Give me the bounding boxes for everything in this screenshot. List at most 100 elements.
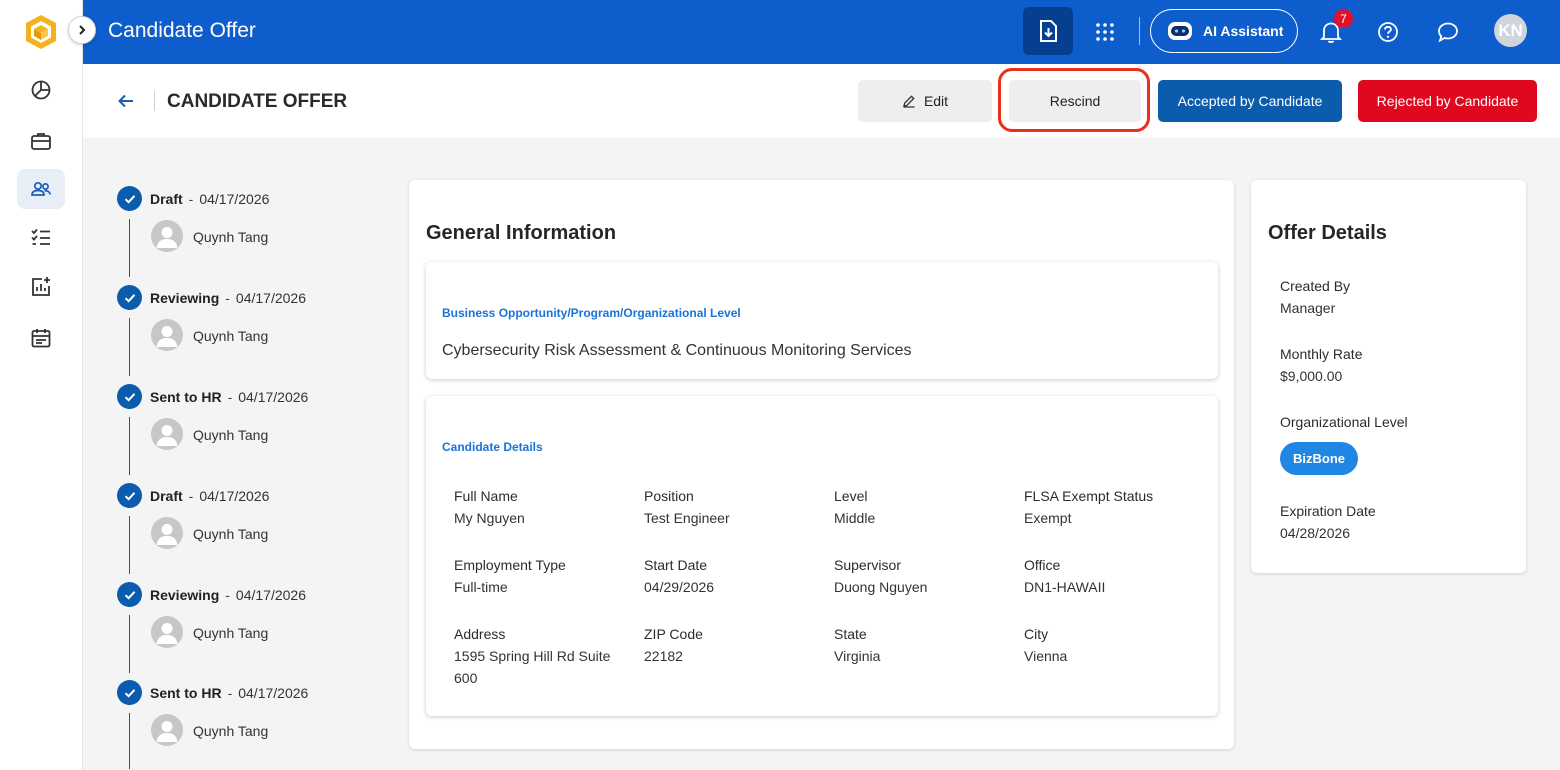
people-icon[interactable]: [17, 169, 65, 209]
check-circle-icon: [117, 384, 142, 409]
notification-count-badge: 7: [1334, 9, 1353, 28]
rescind-button[interactable]: Rescind: [1009, 80, 1141, 122]
edit-button[interactable]: Edit: [858, 80, 992, 122]
opportunity-label: Business Opportunity/Program/Organizatio…: [442, 306, 741, 320]
org-level-chip: BizBone: [1280, 442, 1358, 475]
calendar-icon[interactable]: [17, 318, 65, 358]
offer-org-level: Organizational Level: [1280, 414, 1408, 430]
candidate-details-section: Candidate Details Full Name My Nguyen Pos…: [426, 396, 1218, 716]
download-button[interactable]: [1023, 7, 1073, 55]
timeline-person: Quynh Tang: [193, 328, 269, 344]
rejected-by-candidate-button[interactable]: Rejected by Candidate: [1358, 80, 1537, 122]
general-information-title: General Information: [426, 222, 617, 244]
field-position: Position Test Engineer: [644, 488, 730, 526]
check-circle-icon: [117, 680, 142, 705]
apps-grid-icon[interactable]: [1089, 16, 1121, 48]
edit-label: Edit: [923, 93, 949, 109]
person-avatar-icon: [151, 616, 183, 648]
timeline-connector: [129, 516, 130, 574]
field-start-date: Start Date 04/29/2026: [644, 557, 715, 595]
offer-monthly-rate: Monthly Rate $9,000.00: [1280, 346, 1363, 384]
field-supervisor: Supervisor Duong Nguyen: [834, 557, 928, 595]
expand-sidebar-button[interactable]: [68, 16, 96, 44]
report-add-icon[interactable]: [17, 267, 65, 307]
timeline-status: Draft: [150, 488, 183, 504]
timeline-status: Reviewing: [150, 587, 220, 603]
rescind-label: Rescind: [1049, 93, 1101, 109]
checklist-icon[interactable]: [17, 217, 65, 257]
accepted-by-candidate-button[interactable]: Accepted by Candidate: [1158, 80, 1342, 122]
field-zip-code: ZIP Code 22182: [644, 626, 703, 664]
check-circle-icon: [117, 186, 142, 211]
offer-created-by: Created By Manager: [1280, 278, 1351, 316]
timeline-status: Sent to HR: [150, 389, 222, 405]
chevron-right-icon: [79, 25, 86, 35]
chat-bubble-icon: [1438, 22, 1458, 43]
field-address: Address 1595 Spring Hill Rd Suite 600: [454, 626, 611, 686]
timeline-connector: [129, 615, 130, 673]
back-button[interactable]: [115, 90, 137, 112]
timeline-date: 04/17/2026: [199, 191, 270, 207]
chat-button[interactable]: [1433, 17, 1463, 47]
check-circle-icon: [117, 483, 142, 508]
field-flsa-exempt-status: FLSA Exempt Status Exempt: [1024, 488, 1154, 526]
app-title: Candidate Offer: [108, 19, 256, 42]
timeline-connector: [129, 713, 130, 769]
offer-expiration-date: Expiration Date 04/28/2026: [1280, 503, 1376, 541]
page-header: CANDIDATE OFFER Edit Rescind Accepted by…: [83, 64, 1560, 138]
field-office: Office DN1-HAWAII: [1024, 557, 1106, 595]
top-bar: Candidate Offer AI Assistant 7 KN: [83, 0, 1560, 64]
arrow-left-icon: [118, 94, 133, 108]
briefcase-icon[interactable]: [17, 121, 65, 161]
pencil-icon: [903, 95, 915, 108]
candidate-details-label: Candidate Details: [442, 440, 543, 454]
left-rail: [0, 0, 83, 770]
general-information-card: General Information Business Opportunity…: [409, 180, 1234, 749]
ai-assistant-button[interactable]: AI Assistant: [1150, 9, 1298, 53]
timeline-connector: [129, 417, 130, 475]
opportunity-section: Business Opportunity/Program/Organizatio…: [426, 262, 1218, 379]
person-avatar-icon: [151, 517, 183, 549]
dashboard-icon[interactable]: [17, 70, 65, 110]
timeline-date: 04/17/2026: [235, 587, 306, 603]
app-logo-icon[interactable]: [24, 13, 58, 51]
opportunity-value: Cybersecurity Risk Assessment & Continuo…: [442, 342, 912, 359]
user-avatar[interactable]: KN: [1494, 14, 1527, 47]
timeline-connector: [129, 219, 130, 277]
timeline-date: 04/17/2026: [238, 389, 309, 405]
page-title: CANDIDATE OFFER: [167, 91, 348, 112]
timeline-person: Quynh Tang: [193, 625, 269, 641]
timeline-date: 04/17/2026: [238, 685, 309, 701]
file-download-icon: [1040, 20, 1057, 42]
person-avatar-icon: [151, 418, 183, 450]
timeline-status: Draft: [150, 191, 183, 207]
help-button[interactable]: [1373, 17, 1403, 47]
header-divider: [154, 91, 155, 111]
reject-label: Rejected by Candidate: [1376, 93, 1519, 109]
timeline-person: Quynh Tang: [193, 526, 269, 542]
timeline-date: 04/17/2026: [235, 290, 306, 306]
field-full-name: Full Name My Nguyen: [454, 488, 525, 526]
check-circle-icon: [117, 582, 142, 607]
timeline-person: Quynh Tang: [193, 427, 269, 443]
timeline-status: Sent to HR: [150, 685, 222, 701]
help-circle-icon: [1378, 22, 1398, 42]
person-avatar-icon: [151, 714, 183, 746]
robot-icon: [1168, 22, 1192, 40]
topbar-divider: [1139, 17, 1140, 45]
accept-label: Accepted by Candidate: [1177, 93, 1323, 109]
person-avatar-icon: [151, 319, 183, 351]
timeline-person: Quynh Tang: [193, 229, 269, 245]
timeline-status: Reviewing: [150, 290, 220, 306]
field-level: Level Middle: [834, 488, 876, 526]
check-circle-icon: [117, 285, 142, 310]
offer-details-title: Offer Details: [1268, 222, 1387, 244]
timeline-person: Quynh Tang: [193, 723, 269, 739]
field-city: City Vienna: [1024, 626, 1068, 664]
ai-assistant-label: AI Assistant: [1203, 23, 1284, 39]
timeline-date: 04/17/2026: [199, 488, 270, 504]
offer-details-card: Offer Details Created By Manager Monthly…: [1251, 180, 1526, 573]
field-employment-type: Employment Type Full-time: [454, 557, 566, 595]
person-avatar-icon: [151, 220, 183, 252]
timeline-connector: [129, 318, 130, 376]
